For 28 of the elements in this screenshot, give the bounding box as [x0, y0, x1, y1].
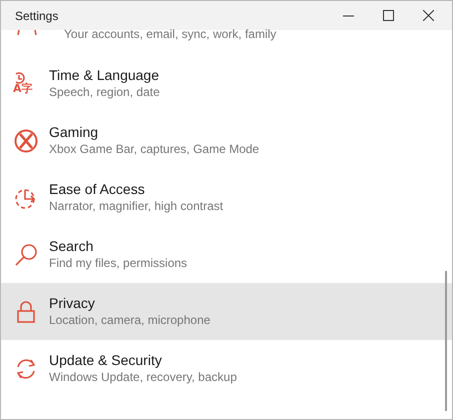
- item-title: Ease of Access: [49, 180, 146, 198]
- settings-item[interactable]: Your accounts, email, sync, work, family: [1, 30, 452, 55]
- scrollbar[interactable]: [445, 271, 447, 411]
- item-subtitle: Your accounts, email, sync, work, family: [64, 27, 276, 41]
- item-subtitle: Find my files, permissions: [49, 255, 188, 272]
- search-icon: [14, 242, 38, 266]
- settings-item[interactable]: Search Find my files, permissions: [1, 226, 452, 283]
- refresh-icon: [14, 356, 38, 380]
- item-title: Update & Security: [49, 351, 163, 369]
- settings-item[interactable]: Ease of Access Narrator, magnifier, high contrast: [1, 169, 452, 226]
- settings-item[interactable]: A字 Time & Language Speech, region, date: [1, 55, 452, 112]
- close-icon: [422, 10, 434, 21]
- lock-icon: [16, 300, 36, 324]
- item-title: Time & Language: [49, 66, 160, 84]
- item-subtitle: Windows Update, recovery, backup: [49, 369, 237, 386]
- settings-item[interactable]: Update & Security Windows Update, recovery, backup: [1, 340, 452, 397]
- settings-item[interactable]: Gaming Xbox Game Bar, captures, Game Mode: [1, 112, 452, 169]
- item-subtitle: Location, camera, microphone: [49, 312, 210, 329]
- item-subtitle: Narrator, magnifier, high contrast: [49, 198, 224, 215]
- window-title: Settings: [15, 8, 60, 24]
- minimize-icon: [342, 14, 354, 16]
- item-title: Search: [49, 237, 94, 255]
- item-title: Gaming: [49, 123, 100, 141]
- maximize-icon: [382, 10, 394, 21]
- item-subtitle: Xbox Game Bar, captures, Game Mode: [49, 141, 260, 158]
- item-subtitle: Speech, region, date: [49, 84, 160, 101]
- item-title: Privacy: [49, 294, 96, 312]
- settings-item[interactable]: Privacy Location, camera, microphone: [1, 283, 452, 340]
